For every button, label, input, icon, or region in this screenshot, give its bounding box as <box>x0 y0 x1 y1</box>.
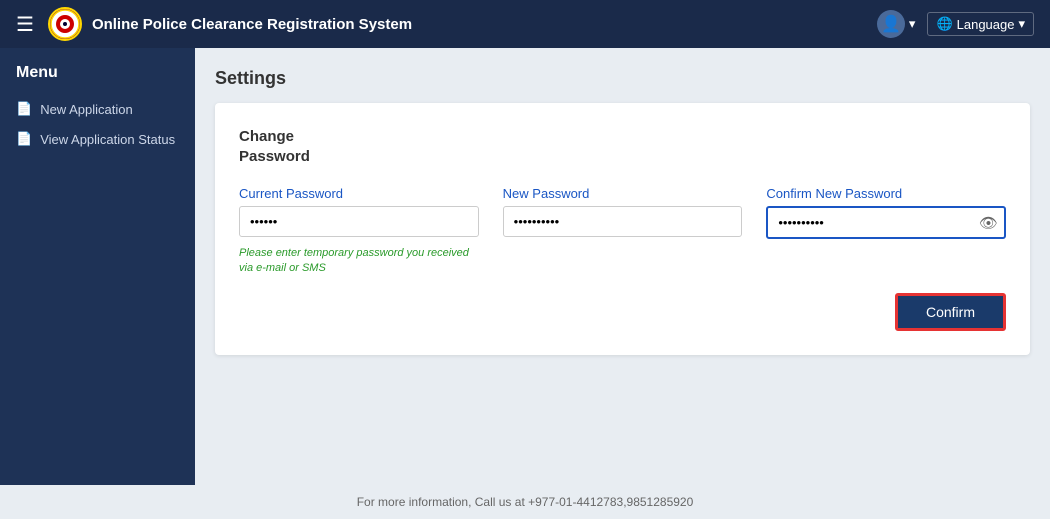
navbar: ☰ Online Police Clearance Registration S… <box>0 0 1050 48</box>
footer-text: For more information, Call us at +977-01… <box>357 495 694 509</box>
document-icon: 📄 <box>16 101 32 117</box>
new-password-input[interactable] <box>503 206 743 237</box>
hamburger-icon[interactable]: ☰ <box>16 12 34 37</box>
password-form-row: Current Password Please enter temporary … <box>239 186 1006 277</box>
document-icon-2: 📄 <box>16 131 32 147</box>
language-selector[interactable]: 🌐 Language ▾ <box>927 12 1034 36</box>
form-actions: Confirm <box>239 293 1006 331</box>
current-password-label: Current Password <box>239 186 479 201</box>
sidebar-item-label: New Application <box>40 102 133 117</box>
sidebar-item-label-2: View Application Status <box>40 132 175 147</box>
footer: For more information, Call us at +977-01… <box>0 485 1050 519</box>
navbar-logo-area: Online Police Clearance Registration Sys… <box>48 7 877 41</box>
user-menu[interactable]: 👤 ▾ <box>877 10 916 38</box>
confirm-password-input[interactable] <box>766 206 1006 239</box>
sidebar: Menu 📄 New Application 📄 View Applicatio… <box>0 48 195 485</box>
navbar-right: 👤 ▾ 🌐 Language ▾ <box>877 10 1034 38</box>
language-icon: 🌐 <box>936 16 952 32</box>
current-password-group: Current Password Please enter temporary … <box>239 186 479 277</box>
confirm-password-input-wrapper: 👁 <box>766 206 1006 239</box>
change-password-title: ChangePassword <box>239 127 1006 166</box>
page-title: Settings <box>215 68 1030 89</box>
sidebar-item-new-application[interactable]: 📄 New Application <box>0 94 195 124</box>
settings-card: ChangePassword Current Password Please e… <box>215 103 1030 355</box>
eye-icon[interactable]: 👁 <box>979 214 998 232</box>
content-area: Settings ChangePassword Current Password… <box>195 48 1050 485</box>
confirm-button[interactable]: Confirm <box>895 293 1006 331</box>
new-password-group: New Password <box>503 186 743 277</box>
sidebar-menu-label: Menu <box>0 56 195 94</box>
language-caret-icon: ▾ <box>1018 16 1025 32</box>
sidebar-item-view-status[interactable]: 📄 View Application Status <box>0 124 195 154</box>
confirm-password-group: Confirm New Password 👁 <box>766 186 1006 277</box>
language-label: Language <box>957 17 1015 32</box>
user-caret-icon: ▾ <box>909 16 916 32</box>
navbar-title: Online Police Clearance Registration Sys… <box>92 16 412 33</box>
user-avatar-icon: 👤 <box>877 10 905 38</box>
current-password-input[interactable] <box>239 206 479 237</box>
new-password-label: New Password <box>503 186 743 201</box>
main-layout: Menu 📄 New Application 📄 View Applicatio… <box>0 48 1050 485</box>
current-password-helper: Please enter temporary password you rece… <box>239 246 479 277</box>
navbar-logo <box>48 7 82 41</box>
confirm-password-label: Confirm New Password <box>766 186 1006 201</box>
